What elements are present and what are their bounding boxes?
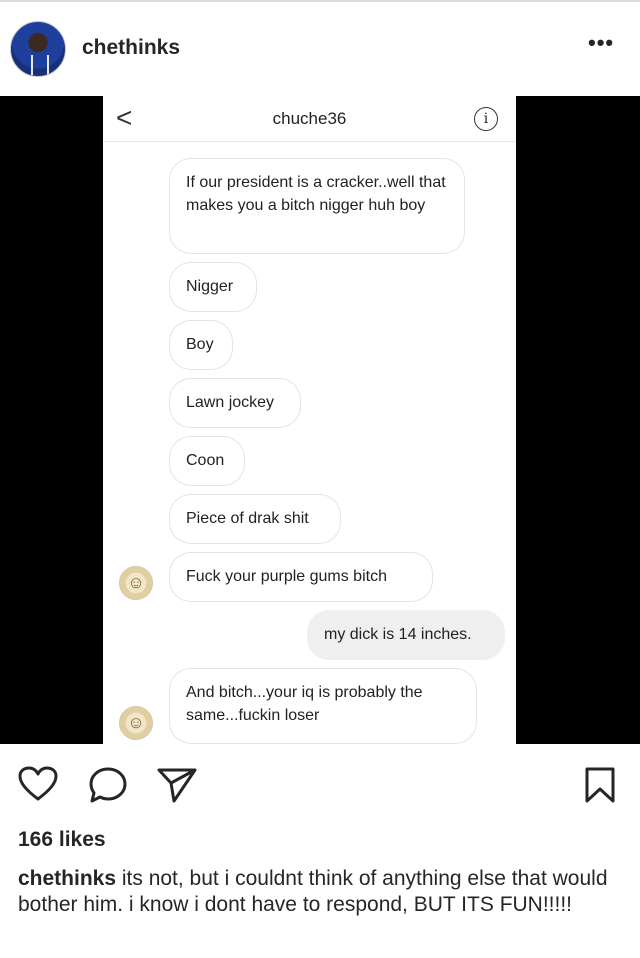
action-bar [0, 758, 640, 818]
message-bubble: Coon [169, 436, 245, 486]
send-icon[interactable] [156, 766, 198, 809]
likes-count[interactable]: 166 likes [18, 828, 106, 852]
profile-avatar[interactable] [10, 21, 66, 77]
sender-avatar-icon: ☺ [119, 566, 153, 600]
dm-header: < chuche36 i [103, 96, 516, 142]
comment-icon[interactable] [88, 766, 128, 809]
message-bubble: If our president is a cracker..well that… [169, 158, 465, 254]
bookmark-icon[interactable] [584, 766, 616, 809]
info-icon: i [474, 107, 498, 131]
post-username[interactable]: chethinks [82, 36, 180, 60]
message-bubble: And bitch...your iq is probably the same… [169, 668, 477, 744]
message-bubble: Nigger [169, 262, 257, 312]
post-image[interactable]: < chuche36 i If our president is a crack… [0, 96, 640, 744]
post-caption: chethinks its not, but i couldnt think o… [18, 866, 618, 918]
message-bubble: Lawn jockey [169, 378, 301, 428]
message-bubble: Boy [169, 320, 233, 370]
sender-avatar-icon: ☺ [119, 706, 153, 740]
heart-icon[interactable] [18, 766, 58, 807]
sent-message-bubble: my dick is 14 inches. [307, 610, 505, 660]
message-bubble: Fuck your purple gums bitch [169, 552, 433, 602]
dm-title: chuche36 [272, 109, 347, 128]
caption-username[interactable]: chethinks [18, 867, 116, 890]
dm-screenshot: < chuche36 i If our president is a crack… [103, 96, 516, 744]
post-header: chethinks ••• [0, 2, 640, 94]
more-options-icon[interactable]: ••• [588, 30, 614, 56]
message-bubble: Piece of drak shit [169, 494, 341, 544]
